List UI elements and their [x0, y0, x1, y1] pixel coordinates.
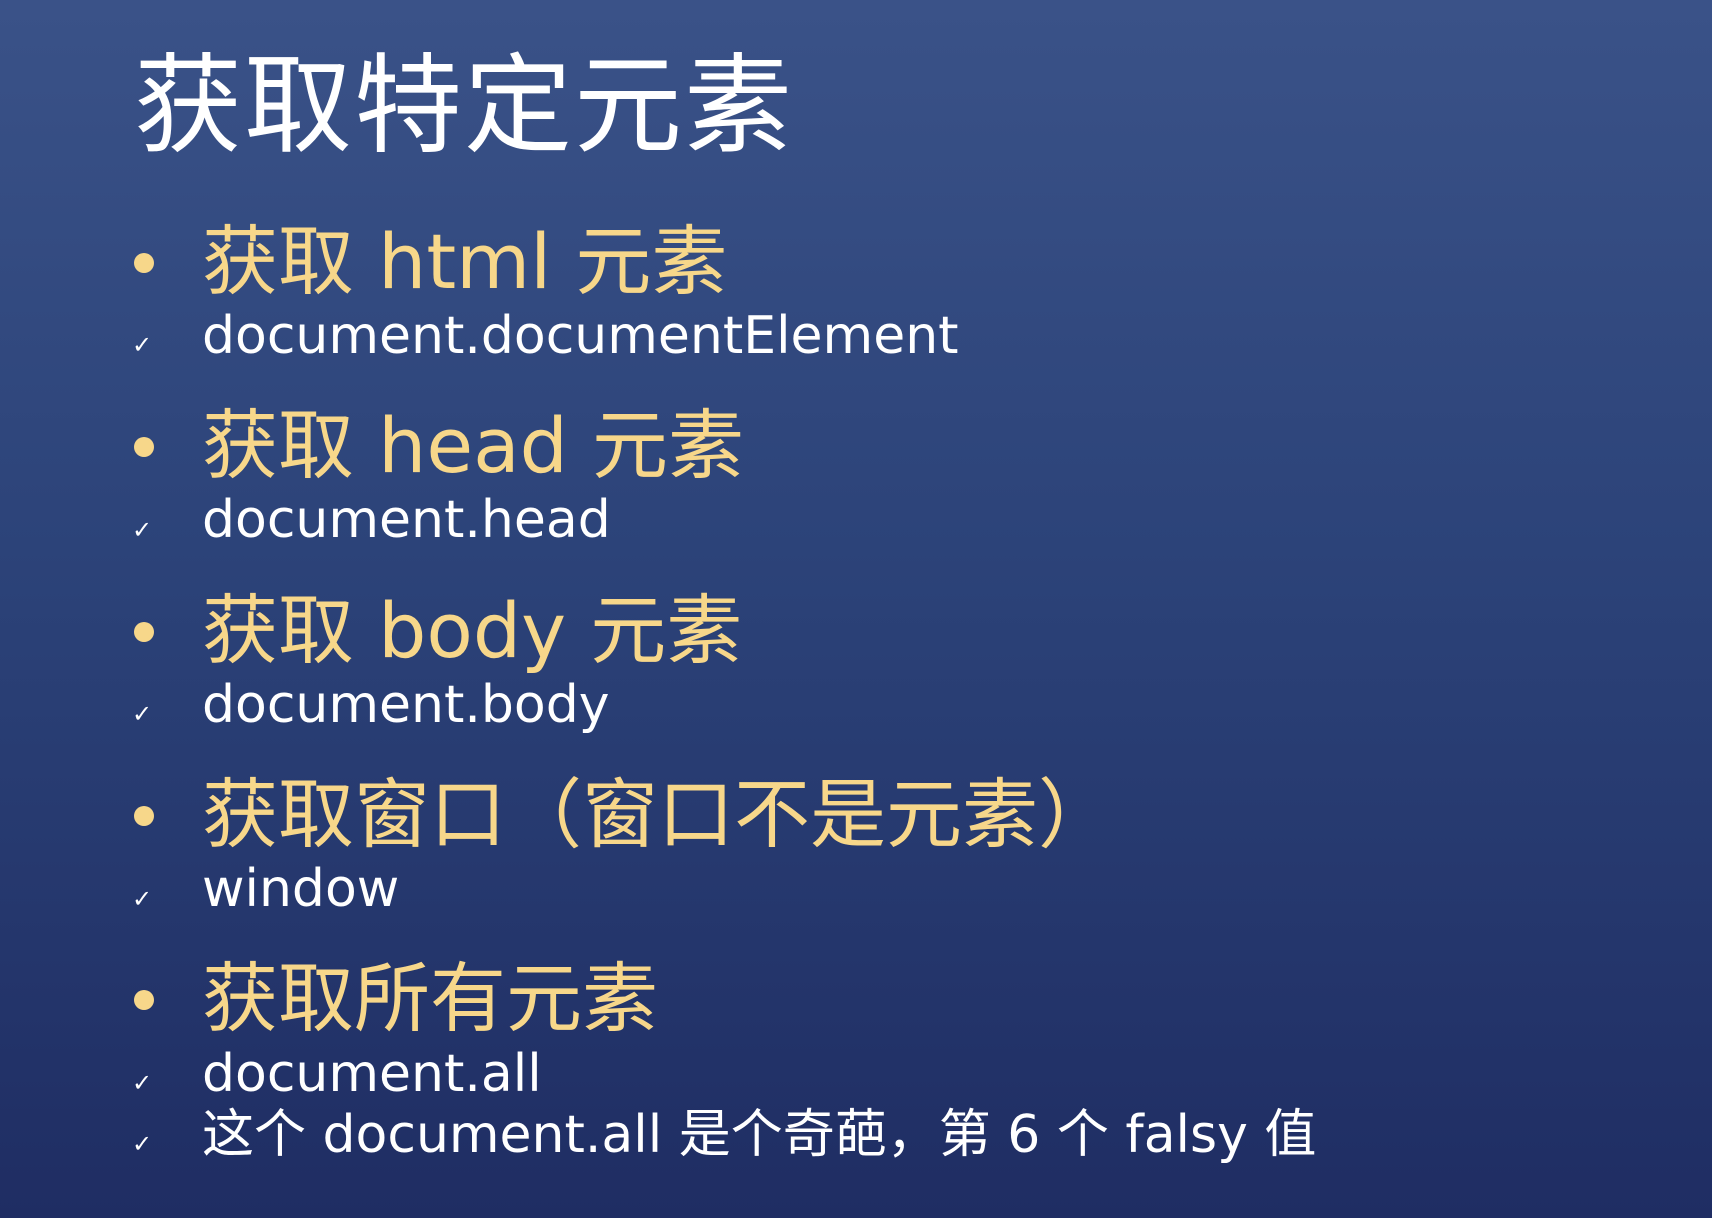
check-mark-icon: ✓ [132, 885, 153, 913]
dot-bullet-icon [134, 437, 154, 457]
list-item-heading: 获取 html 元素 [202, 217, 728, 306]
list-item-note: document.documentElement [202, 306, 959, 366]
check-mark-icon: ✓ [132, 331, 153, 359]
dot-bullet-icon [134, 253, 154, 273]
list-item-heading: 获取所有元素 [202, 954, 658, 1043]
check-mark-icon: ✓ [132, 1069, 153, 1097]
slide: 获取特定元素 获取 html 元素 ✓ document.documentEle… [0, 0, 1712, 1218]
check-mark-icon: ✓ [132, 1130, 153, 1158]
dot-bullet-icon [134, 806, 154, 826]
dot-bullet-icon [134, 622, 154, 642]
list-item-note: document.head [202, 490, 611, 550]
list-item-note: window [202, 859, 400, 919]
check-mark-icon: ✓ [132, 700, 153, 728]
list-item-note: document.body [202, 675, 610, 735]
list-item-heading: 获取 body 元素 [202, 586, 743, 675]
bullet-list: 获取 html 元素 ✓ document.documentElement 获取… [0, 0, 1712, 1218]
dot-bullet-icon [134, 990, 154, 1010]
check-mark-icon: ✓ [132, 516, 153, 544]
list-item-heading: 获取 head 元素 [202, 401, 745, 490]
list-item-note: document.all [202, 1044, 542, 1104]
list-item-note: 这个 document.all 是个奇葩，第 6 个 falsy 值 [202, 1105, 1317, 1165]
list-item-heading: 获取窗口（窗口不是元素） [202, 770, 1114, 859]
